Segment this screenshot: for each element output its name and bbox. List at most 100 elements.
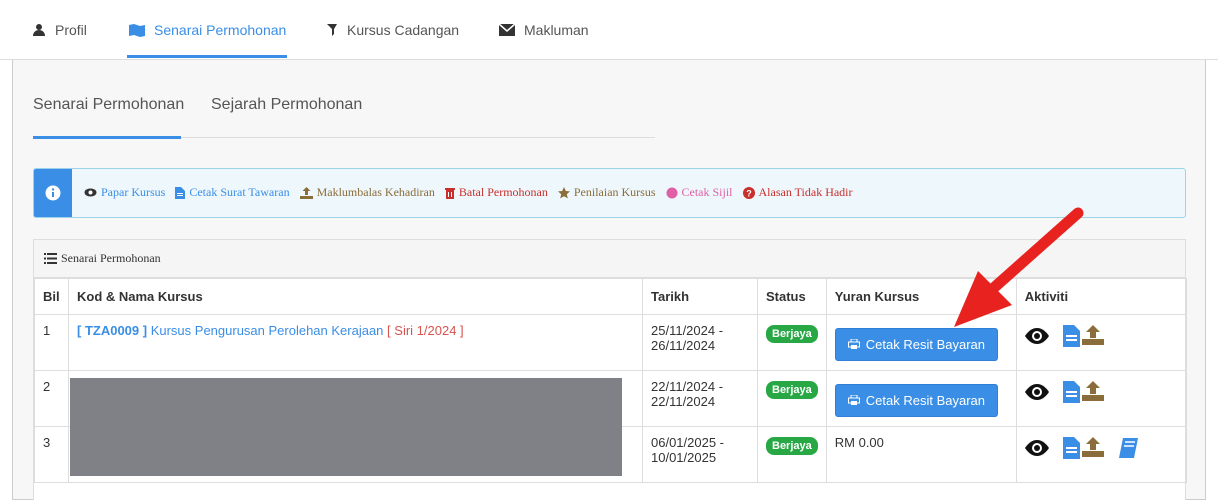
legend-batal-permohonan: Batal Permohonan: [444, 185, 548, 200]
map-icon: [129, 24, 145, 37]
subtab-sejarah-permohonan[interactable]: Sejarah Permohonan: [211, 96, 362, 114]
col-status: Status: [757, 278, 827, 315]
actions-cell: [1015, 426, 1188, 483]
legend-cetak-surat-tawaran: Cetak Surat Tawaran: [175, 185, 290, 200]
document-icon[interactable]: [1062, 325, 1080, 347]
eye-icon: [84, 188, 97, 197]
tab-label: Profil: [55, 22, 87, 38]
print-icon: [847, 339, 860, 349]
top-nav: Profil Senarai Permohonan Kursus Cadanga…: [0, 0, 1218, 60]
legend-infobox: Papar Kursus Cetak Surat Tawaran Maklumb…: [33, 168, 1186, 218]
eye-icon[interactable]: [1024, 328, 1049, 344]
tab-label: Makluman: [524, 22, 589, 38]
envelope-icon: [498, 23, 516, 36]
date-end: 26/11/2024: [651, 338, 716, 353]
col-yuran: Yuran Kursus: [825, 278, 1017, 315]
legend-penilaian-kursus: Penilaian Kursus: [557, 185, 656, 200]
date-start: 25/11/2024 -: [651, 323, 724, 338]
tab-profil[interactable]: Profil: [33, 18, 87, 42]
course-code: [ TZA0009 ]: [77, 323, 148, 338]
legend-label: Cetak Surat Tawaran: [189, 185, 290, 199]
col-aktiviti: Aktiviti: [1015, 278, 1188, 315]
table-header-row: Bil Kod & Nama Kursus Tarikh Status Yura…: [34, 278, 1188, 315]
legend-label: Batal Permohonan: [458, 185, 548, 199]
print-receipt-label: Cetak Resit Bayaran: [865, 337, 985, 352]
pin-icon: [327, 24, 337, 36]
course-cell: [ TZA0009 ] Kursus Pengurusan Perolehan …: [68, 314, 643, 371]
date-end: 10/01/2025: [651, 450, 717, 465]
fee-cell: Cetak Resit Bayaran: [825, 370, 1017, 427]
active-subtab-indicator: [33, 136, 181, 139]
svg-text:?: ?: [746, 188, 752, 198]
action-group: [1062, 437, 1104, 459]
status-badge: Berjaya: [766, 437, 818, 455]
list-icon: [44, 253, 57, 264]
row-number: 3: [34, 426, 69, 483]
tab-makluman[interactable]: Makluman: [498, 18, 589, 42]
legend-label: Penilaian Kursus: [573, 185, 656, 199]
user-icon: [33, 24, 45, 36]
info-badge: [34, 169, 72, 217]
upload-icon[interactable]: [1081, 381, 1104, 401]
legend-label: Papar Kursus: [101, 185, 166, 199]
legend-items: Papar Kursus Cetak Surat Tawaran Maklumb…: [84, 185, 853, 200]
trash-icon: [444, 187, 455, 199]
legend-label: Alasan Tidak Hadir: [758, 185, 853, 199]
row-number: 2: [34, 370, 69, 427]
legend-papar-kursus: Papar Kursus: [84, 185, 165, 200]
tab-kursus-cadangan[interactable]: Kursus Cadangan: [325, 18, 459, 42]
legend-label: Maklumbalas Kehadiran: [316, 185, 435, 199]
date-cell: 06/01/2025 - 10/01/2025: [642, 426, 758, 483]
upload-icon: [299, 186, 313, 199]
list-title: Senarai Permohonan: [61, 251, 161, 265]
date-cell: 25/11/2024 - 26/11/2024: [642, 314, 758, 371]
col-tarikh: Tarikh: [642, 278, 758, 315]
date-start: 06/01/2025 -: [651, 435, 725, 450]
course-name: Kursus Pengurusan Perolehan Kerajaan: [150, 323, 384, 338]
info-icon: [45, 185, 61, 201]
upload-icon[interactable]: [1081, 325, 1104, 345]
action-group: [1062, 325, 1104, 347]
course-link[interactable]: [ TZA0009 ] Kursus Pengurusan Perolehan …: [77, 323, 383, 338]
date-cell: 22/11/2024 - 22/11/2024: [642, 370, 758, 427]
status-badge: Berjaya: [766, 325, 818, 343]
row-number: 1: [34, 314, 69, 371]
tab-label: Senarai Permohonan: [154, 22, 287, 38]
status-cell: Berjaya: [757, 426, 827, 483]
eye-icon[interactable]: [1024, 384, 1049, 400]
tab-senarai-permohonan[interactable]: Senarai Permohonan: [128, 18, 286, 42]
certificate-icon: [666, 187, 678, 198]
eye-icon[interactable]: [1024, 440, 1049, 456]
print-icon: [847, 395, 860, 405]
redacted-block: [70, 378, 622, 476]
status-cell: Berjaya: [757, 314, 827, 371]
col-kod-nama: Kod & Nama Kursus: [68, 278, 643, 315]
print-receipt-button[interactable]: Cetak Resit Bayaran: [834, 328, 998, 361]
upload-icon[interactable]: [1081, 437, 1104, 457]
col-bil: Bil: [34, 278, 69, 315]
legend-alasan-tidak-hadir: ? Alasan Tidak Hadir: [742, 185, 853, 200]
fee-cell: Cetak Resit Bayaran: [825, 314, 1017, 371]
print-receipt-button[interactable]: Cetak Resit Bayaran: [834, 384, 998, 417]
document-icon[interactable]: [1062, 381, 1080, 403]
fee-cell: RM 0.00: [825, 426, 1017, 483]
actions-cell: [1015, 370, 1188, 427]
sub-tabs: Senarai Permohonan Sejarah Permohonan: [33, 90, 655, 139]
list-heading: Senarai Permohonan: [34, 240, 1185, 278]
legend-maklumbalas-kehadiran: Maklumbalas Kehadiran: [299, 185, 435, 200]
question-icon: ?: [742, 186, 755, 199]
date-start: 22/11/2024 -: [651, 379, 724, 394]
active-tab-indicator: [127, 55, 287, 58]
subtab-senarai-permohonan[interactable]: Senarai Permohonan: [33, 96, 184, 114]
actions-cell: [1015, 314, 1188, 371]
table-row: 1 [ TZA0009 ] Kursus Pengurusan Peroleha…: [34, 314, 1188, 371]
course-series: [ Siri 1/2024 ]: [387, 323, 464, 338]
book-icon[interactable]: [1118, 438, 1138, 458]
action-group: [1062, 381, 1104, 403]
document-icon[interactable]: [1062, 437, 1080, 459]
document-icon: [175, 186, 186, 199]
status-cell: Berjaya: [757, 370, 827, 427]
star-icon: [557, 186, 570, 198]
print-receipt-label: Cetak Resit Bayaran: [865, 393, 985, 408]
date-end: 22/11/2024: [651, 394, 716, 409]
